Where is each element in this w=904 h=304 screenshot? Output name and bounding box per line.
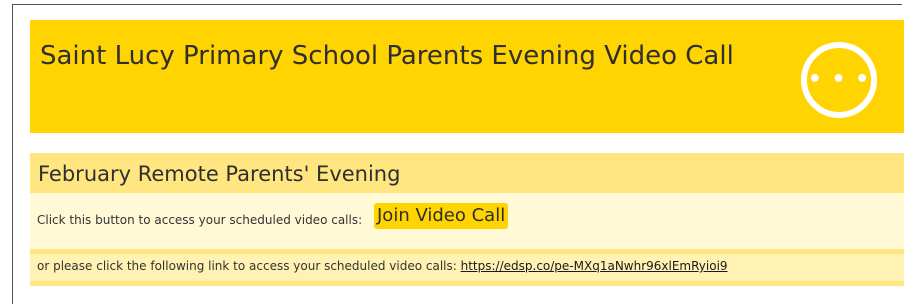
join-video-call-button[interactable]: Join Video Call <box>374 203 509 229</box>
join-prompt: Click this button to access your schedul… <box>37 213 363 227</box>
page-title: Saint Lucy Primary School Parents Evenin… <box>40 41 734 71</box>
event-title: February Remote Parents' Evening <box>38 162 401 186</box>
event-panel: February Remote Parents' Evening Click t… <box>30 153 904 286</box>
page-header: Saint Lucy Primary School Parents Evenin… <box>30 20 904 133</box>
link-prompt: or please click the following link to ac… <box>37 259 457 273</box>
link-row: or please click the following link to ac… <box>30 254 904 281</box>
link-prompt-wrapper: or please click the following link to ac… <box>37 259 728 273</box>
more-options-button[interactable]: • • • <box>801 42 877 118</box>
join-row: Click this button to access your schedul… <box>30 193 904 249</box>
more-options-icon: • • • <box>807 67 871 92</box>
video-call-link[interactable]: https://edsp.co/pe-MXq1aNwhr96xlEmRyioi9 <box>461 259 728 273</box>
